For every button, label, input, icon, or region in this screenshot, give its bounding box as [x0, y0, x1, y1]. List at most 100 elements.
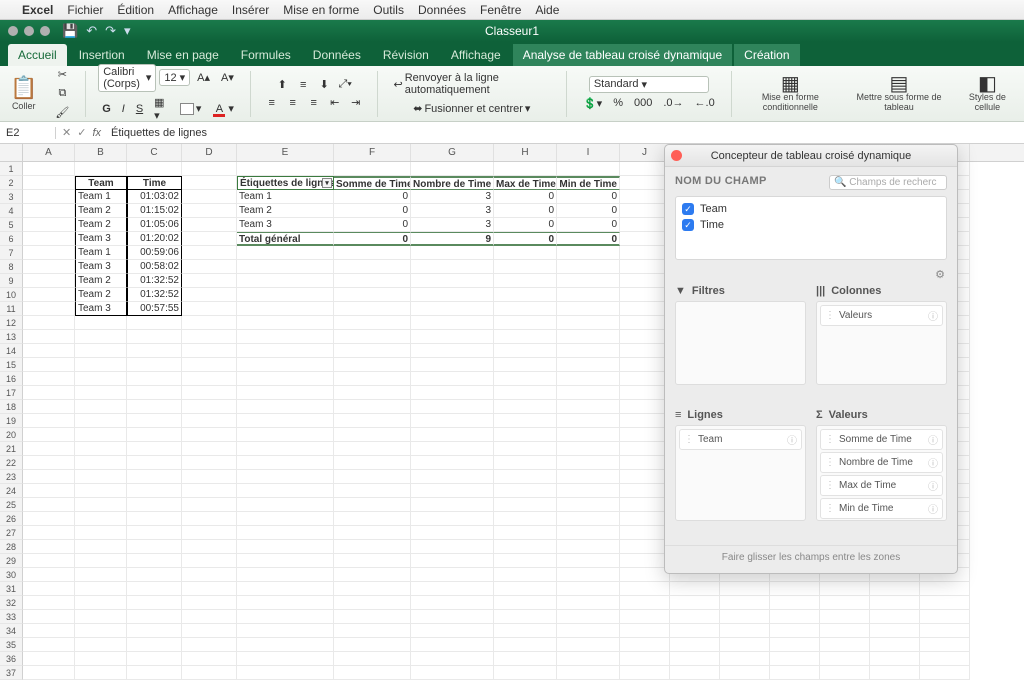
cell[interactable]	[182, 638, 237, 652]
cell[interactable]	[494, 666, 557, 680]
cell[interactable]	[411, 610, 494, 624]
cell[interactable]	[620, 400, 670, 414]
align-center-icon[interactable]: ≡	[284, 95, 302, 111]
cell[interactable]	[720, 624, 770, 638]
cell[interactable]	[182, 568, 237, 582]
cell[interactable]: Team 1	[237, 190, 334, 204]
cell[interactable]	[23, 484, 75, 498]
border-button[interactable]: ▦ ▾	[150, 94, 173, 124]
cell[interactable]	[920, 652, 970, 666]
align-bottom-icon[interactable]: ⬇	[315, 77, 333, 93]
cell[interactable]: Team 1	[75, 246, 127, 260]
align-top-icon[interactable]: ⬆	[273, 77, 291, 93]
cell[interactable]	[334, 386, 411, 400]
cell[interactable]	[127, 512, 182, 526]
cell[interactable]	[182, 204, 237, 218]
cell[interactable]	[75, 428, 127, 442]
panel-settings-icon[interactable]: ⚙	[665, 268, 957, 281]
cell[interactable]	[237, 666, 334, 680]
cell[interactable]	[557, 596, 620, 610]
mac-menu-item[interactable]: Édition	[117, 3, 154, 17]
cell[interactable]	[494, 414, 557, 428]
cell[interactable]	[720, 638, 770, 652]
cell[interactable]	[182, 428, 237, 442]
cell[interactable]	[334, 652, 411, 666]
cell[interactable]	[557, 372, 620, 386]
cell[interactable]	[182, 610, 237, 624]
cell[interactable]	[237, 302, 334, 316]
cell[interactable]	[237, 568, 334, 582]
align-right-icon[interactable]: ≡	[305, 95, 323, 111]
cell[interactable]	[182, 582, 237, 596]
cell[interactable]	[670, 652, 720, 666]
cell[interactable]	[494, 484, 557, 498]
cell[interactable]	[557, 456, 620, 470]
cell[interactable]	[237, 456, 334, 470]
cell[interactable]	[75, 512, 127, 526]
cell[interactable]: 0	[334, 190, 411, 204]
cell[interactable]	[237, 330, 334, 344]
redo-icon[interactable]: ↷	[105, 23, 116, 39]
row-header[interactable]: 18	[0, 400, 23, 414]
cell[interactable]	[75, 442, 127, 456]
cell[interactable]	[127, 596, 182, 610]
cell[interactable]: 3	[411, 204, 494, 218]
cell[interactable]	[75, 386, 127, 400]
cell[interactable]	[182, 498, 237, 512]
mac-menu-item[interactable]: Mise en forme	[283, 3, 359, 17]
cell[interactable]	[127, 414, 182, 428]
cell[interactable]	[127, 610, 182, 624]
cell[interactable]	[182, 456, 237, 470]
zone-pill[interactable]: ⋮Max de Timeⓘ	[820, 475, 943, 496]
cell[interactable]	[75, 162, 127, 176]
cell[interactable]	[334, 498, 411, 512]
cell[interactable]: 3	[411, 190, 494, 204]
close-icon[interactable]	[671, 150, 682, 161]
column-header[interactable]: F	[334, 144, 411, 161]
cell[interactable]	[237, 344, 334, 358]
cell[interactable]	[237, 484, 334, 498]
row-header[interactable]: 36	[0, 652, 23, 666]
cell[interactable]	[182, 652, 237, 666]
cell[interactable]	[494, 624, 557, 638]
cell[interactable]	[75, 372, 127, 386]
wrap-text-button[interactable]: ↩ Renvoyer à la ligne automatiquement	[390, 70, 555, 98]
cell[interactable]: 01:32:52	[127, 288, 182, 302]
cell[interactable]	[334, 302, 411, 316]
cell[interactable]	[182, 176, 237, 190]
row-header[interactable]: 24	[0, 484, 23, 498]
cell[interactable]	[557, 358, 620, 372]
spreadsheet-grid[interactable]: ABCDEFGHIJKLMNOP 12TeamTimeÉtiquettes de…	[0, 144, 1024, 680]
cell[interactable]	[334, 442, 411, 456]
cell[interactable]	[75, 582, 127, 596]
cell[interactable]	[494, 554, 557, 568]
cell[interactable]	[182, 624, 237, 638]
cell[interactable]	[334, 638, 411, 652]
cell[interactable]	[23, 302, 75, 316]
cell[interactable]	[75, 414, 127, 428]
cell[interactable]	[23, 582, 75, 596]
cell[interactable]	[494, 638, 557, 652]
cell[interactable]	[620, 204, 670, 218]
cell[interactable]	[670, 666, 720, 680]
cell[interactable]	[411, 498, 494, 512]
cell[interactable]	[620, 344, 670, 358]
cell[interactable]	[411, 638, 494, 652]
cell[interactable]	[557, 302, 620, 316]
cell[interactable]	[334, 554, 411, 568]
cell[interactable]	[23, 176, 75, 190]
cell[interactable]	[237, 526, 334, 540]
row-header[interactable]: 14	[0, 344, 23, 358]
cell[interactable]: Somme de Time	[334, 176, 411, 190]
cell[interactable]	[557, 330, 620, 344]
cell[interactable]	[920, 666, 970, 680]
cell[interactable]	[237, 554, 334, 568]
cell[interactable]	[237, 540, 334, 554]
values-zone[interactable]: ⋮Somme de Timeⓘ⋮Nombre de Timeⓘ⋮Max de T…	[816, 425, 947, 521]
cell[interactable]	[75, 344, 127, 358]
cell[interactable]	[127, 526, 182, 540]
cell[interactable]	[557, 414, 620, 428]
cell[interactable]	[620, 302, 670, 316]
cell[interactable]	[770, 638, 820, 652]
filters-zone[interactable]	[675, 301, 806, 385]
